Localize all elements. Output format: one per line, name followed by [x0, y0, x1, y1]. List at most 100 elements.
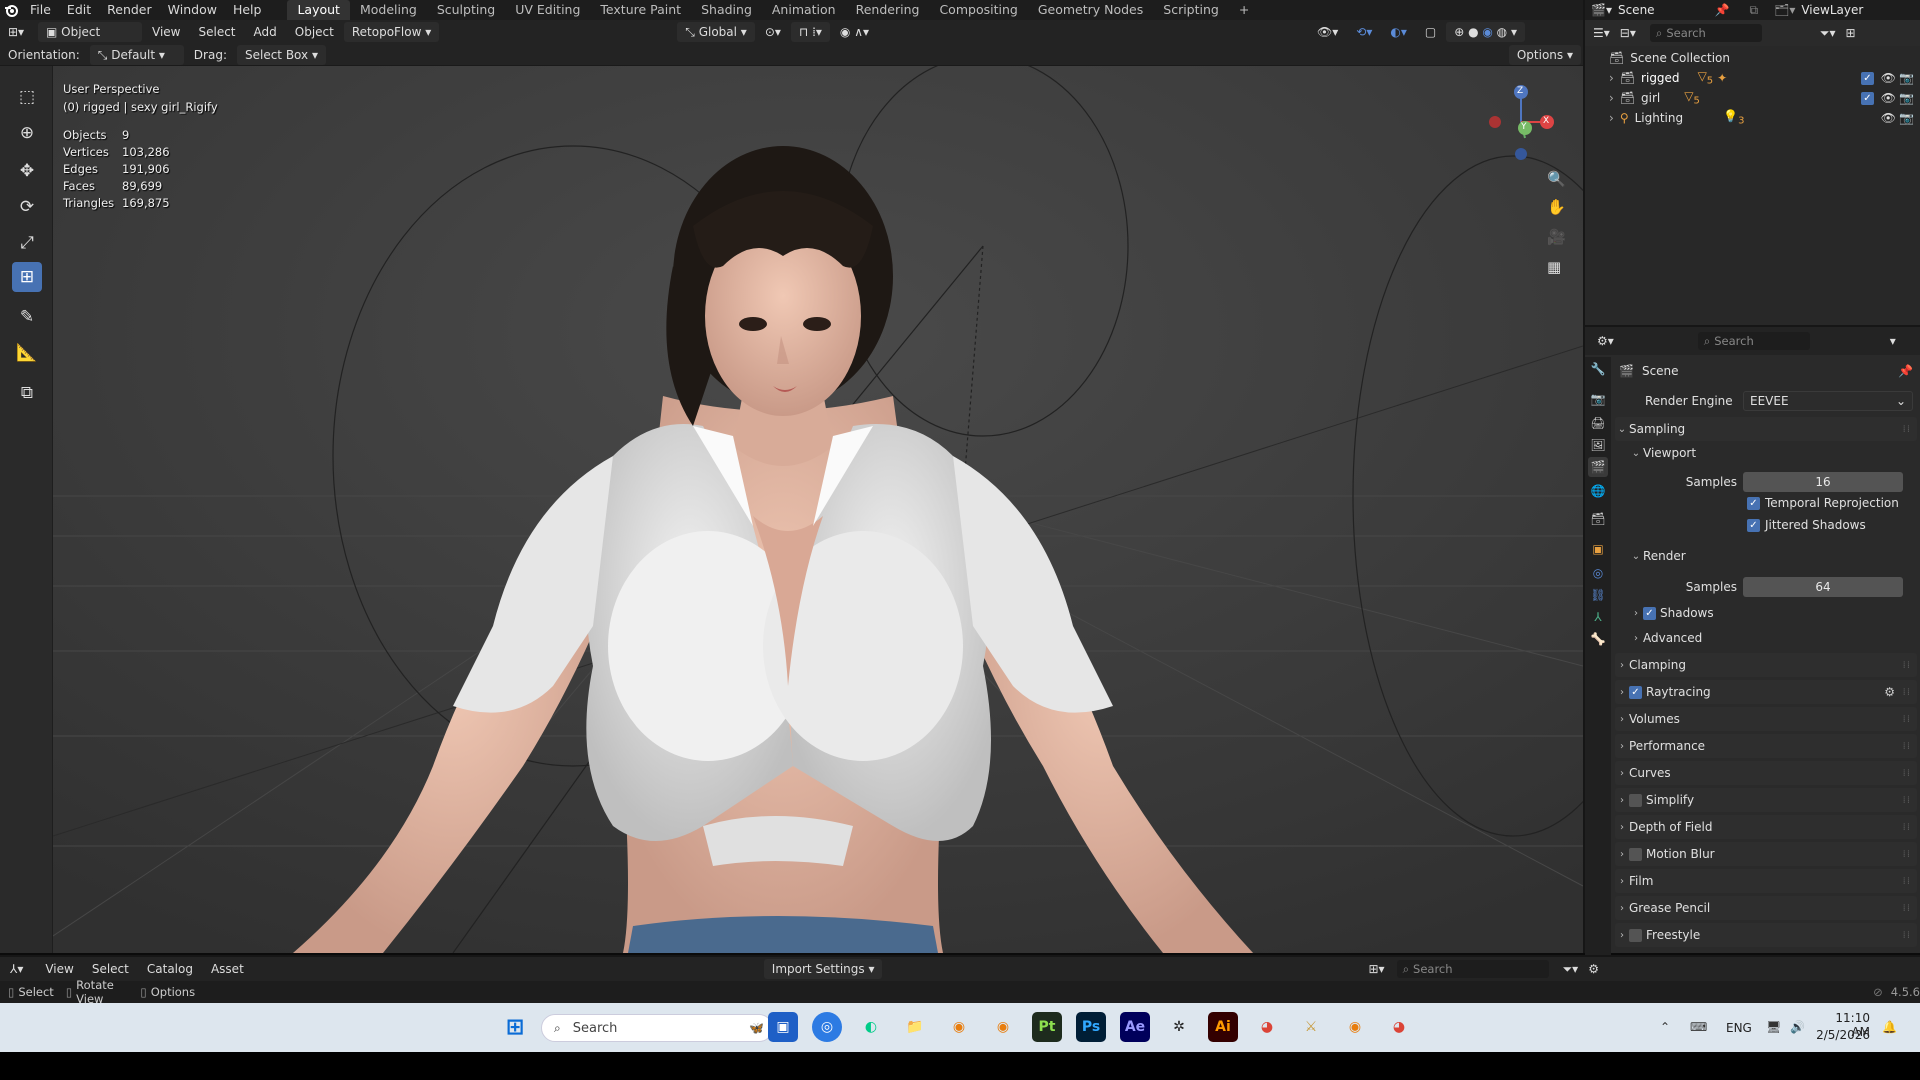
- world-tab-icon[interactable]: 🌐: [1588, 481, 1608, 501]
- panel-grease-pencil[interactable]: › Grease Pencil ⁞⁞: [1615, 896, 1917, 920]
- add-workspace-icon[interactable]: +: [1229, 0, 1259, 20]
- pin-icon[interactable]: 📌: [1898, 364, 1913, 378]
- expand-chevron-icon[interactable]: ›: [1609, 71, 1614, 85]
- pivot-icon[interactable]: ⊙▾: [757, 22, 789, 42]
- import-settings-dropdown[interactable]: Import Settings ▾: [763, 959, 883, 979]
- tab-modeling[interactable]: Modeling: [350, 0, 427, 20]
- cursor-tool-icon[interactable]: ⊕: [12, 118, 42, 148]
- windows-start-icon[interactable]: ⊞: [500, 1012, 530, 1042]
- subpanel-viewport[interactable]: ⌄ Viewport: [1615, 441, 1917, 465]
- tab-layout[interactable]: Layout: [287, 0, 350, 20]
- blender-app-icon[interactable]: ◉: [944, 1012, 974, 1042]
- gizmo-toggle-icon[interactable]: ⟲▾: [1348, 22, 1380, 42]
- tab-texture-paint[interactable]: Texture Paint: [590, 0, 691, 20]
- temporal-reprojection-row[interactable]: ✓ Temporal Reprojection: [1615, 491, 1917, 515]
- pan-hand-icon[interactable]: ✋: [1547, 198, 1566, 216]
- snap-icon[interactable]: ⊓ ⁞▾: [790, 22, 830, 42]
- data-tab-icon[interactable]: ⅄: [1588, 607, 1608, 627]
- jittered-shadows-row[interactable]: ✓ Jittered Shadows: [1615, 513, 1917, 537]
- chrome-app-icon-2[interactable]: ◕: [1384, 1012, 1414, 1042]
- tab-rendering[interactable]: Rendering: [846, 0, 930, 20]
- drag-handle-icon[interactable]: ⁞⁞: [1903, 822, 1911, 833]
- asset-filter-icon[interactable]: ⏷▾: [1563, 962, 1579, 977]
- outliner-item-girl[interactable]: › 🗃 girl ▽5 ✓ 👁 📷: [1585, 88, 1920, 108]
- collection-tab-icon[interactable]: 🗃: [1588, 509, 1608, 529]
- drag-handle-icon[interactable]: ⁞⁞: [1903, 687, 1911, 698]
- outliner-editor-icon[interactable]: ☰▾: [1593, 26, 1610, 40]
- object-tab-icon[interactable]: ▣: [1588, 539, 1608, 559]
- render-camera-icon[interactable]: 📷: [1899, 71, 1914, 85]
- asset-editor-icon[interactable]: ⅄▾: [10, 962, 23, 976]
- subpanel-render[interactable]: ⌄ Render: [1615, 544, 1917, 568]
- header-menu-object[interactable]: Object: [287, 22, 342, 42]
- language-indicator[interactable]: ENG: [1726, 1021, 1752, 1035]
- drag-handle-icon[interactable]: ⁞⁞: [1903, 660, 1911, 671]
- menu-render[interactable]: Render: [99, 0, 160, 20]
- 3d-viewport[interactable]: User Perspective (0) rigged | sexy girl_…: [53, 66, 1583, 953]
- asset-menu-catalog[interactable]: Catalog: [139, 959, 201, 979]
- 3d-app-icon[interactable]: ✲: [1164, 1012, 1194, 1042]
- menu-file[interactable]: File: [22, 0, 59, 20]
- render-tab-icon[interactable]: 📷: [1588, 389, 1608, 409]
- keyboard-icon[interactable]: ⌨: [1690, 1020, 1707, 1034]
- drag-dropdown[interactable]: Select Box ▾: [236, 44, 326, 65]
- include-checkbox[interactable]: ✓: [1861, 71, 1874, 85]
- tab-uv-editing[interactable]: UV Editing: [505, 0, 590, 20]
- tab-scripting[interactable]: Scripting: [1153, 0, 1229, 20]
- panel-sampling[interactable]: ⌄ Sampling ⁞⁞: [1615, 417, 1917, 441]
- tab-sculpting[interactable]: Sculpting: [427, 0, 505, 20]
- illustrator-app-icon[interactable]: Ai: [1208, 1012, 1238, 1042]
- tab-geometry-nodes[interactable]: Geometry Nodes: [1028, 0, 1153, 20]
- properties-search-input[interactable]: ⌕ Search: [1697, 332, 1810, 350]
- clock-date[interactable]: 2/5/2026: [1812, 1028, 1870, 1042]
- visibility-icon[interactable]: 👁▾: [1309, 22, 1346, 42]
- pin-icon[interactable]: 📌: [1715, 3, 1730, 17]
- tab-compositing[interactable]: Compositing: [929, 0, 1027, 20]
- drag-handle-icon[interactable]: ⁞⁞: [1903, 876, 1911, 887]
- temporal-reprojection-checkbox[interactable]: ✓: [1747, 496, 1760, 510]
- move-tool-icon[interactable]: ✥: [12, 156, 42, 186]
- physics-tab-icon[interactable]: ◎: [1588, 563, 1608, 583]
- scene-icon[interactable]: 🎬▾: [1591, 3, 1612, 17]
- add-cube-tool-icon[interactable]: ⧉: [12, 378, 42, 408]
- file-explorer-icon[interactable]: 📁: [900, 1012, 930, 1042]
- expand-chevron-icon[interactable]: ›: [1609, 91, 1614, 105]
- mode-selector[interactable]: ▣ Object Mode ▾: [38, 22, 142, 59]
- network-tray-icon[interactable]: 🖥: [1766, 1020, 1781, 1034]
- measure-tool-icon[interactable]: 📐: [12, 338, 42, 368]
- scene-collection-row[interactable]: 🗃 Scene Collection: [1585, 48, 1920, 68]
- drag-handle-icon[interactable]: ⁞⁞: [1903, 795, 1911, 806]
- photoshop-app-icon[interactable]: Ps: [1076, 1012, 1106, 1042]
- outliner-item-rigged[interactable]: › 🗃 rigged ▽5 ✦ ✓ 👁 📷: [1585, 68, 1920, 88]
- tab-animation[interactable]: Animation: [762, 0, 846, 20]
- motion-blur-checkbox[interactable]: [1629, 847, 1642, 861]
- header-menu-select[interactable]: Select: [190, 22, 243, 42]
- panel-performance[interactable]: › Performance ⁞⁞: [1615, 734, 1917, 758]
- properties-editor-icon[interactable]: ⚙▾: [1597, 334, 1614, 348]
- notification-icon[interactable]: 🔔: [1882, 1020, 1897, 1034]
- render-camera-icon[interactable]: 📷: [1899, 91, 1914, 105]
- scene-tab-icon[interactable]: 🎬: [1588, 457, 1608, 477]
- scale-tool-icon[interactable]: ⤢: [12, 228, 42, 258]
- outliner-item-lighting[interactable]: › ⚲ Lighting 💡3 👁 📷: [1585, 108, 1920, 128]
- tool-tab-icon[interactable]: 🔧: [1588, 359, 1608, 379]
- transform-orientation[interactable]: ⤡ Global ▾: [677, 22, 755, 42]
- menu-help[interactable]: Help: [225, 0, 270, 20]
- store-app-icon[interactable]: ▣: [768, 1012, 798, 1042]
- ortho-grid-icon[interactable]: ▦: [1547, 258, 1561, 276]
- header-menu-add[interactable]: Add: [246, 22, 285, 42]
- freestyle-checkbox[interactable]: [1629, 928, 1642, 942]
- blender-app-icon-3[interactable]: ◉: [1340, 1012, 1370, 1042]
- drag-handle-icon[interactable]: ⁞⁞: [1903, 903, 1911, 914]
- xray-icon[interactable]: ▢: [1417, 22, 1444, 42]
- editor-type-icon[interactable]: ⊞▾: [0, 22, 36, 42]
- drag-handle-icon[interactable]: ⁞⁞: [1903, 849, 1911, 860]
- panel-volumes[interactable]: › Volumes ⁞⁞: [1615, 707, 1917, 731]
- chrome-app-icon[interactable]: ◕: [1252, 1012, 1282, 1042]
- asset-menu-view[interactable]: View: [37, 959, 81, 979]
- panel-depth-of-field[interactable]: › Depth of Field ⁞⁞: [1615, 815, 1917, 839]
- panel-raytracing[interactable]: › ✓ Raytracing ⚙ ⁞⁞: [1615, 680, 1917, 704]
- asset-settings-gear-icon[interactable]: ⚙: [1588, 962, 1599, 976]
- display-mode-icon[interactable]: ⊟▾: [1620, 26, 1636, 40]
- shading-modes[interactable]: ⊕ ● ◉ ◍ ▾: [1446, 22, 1525, 42]
